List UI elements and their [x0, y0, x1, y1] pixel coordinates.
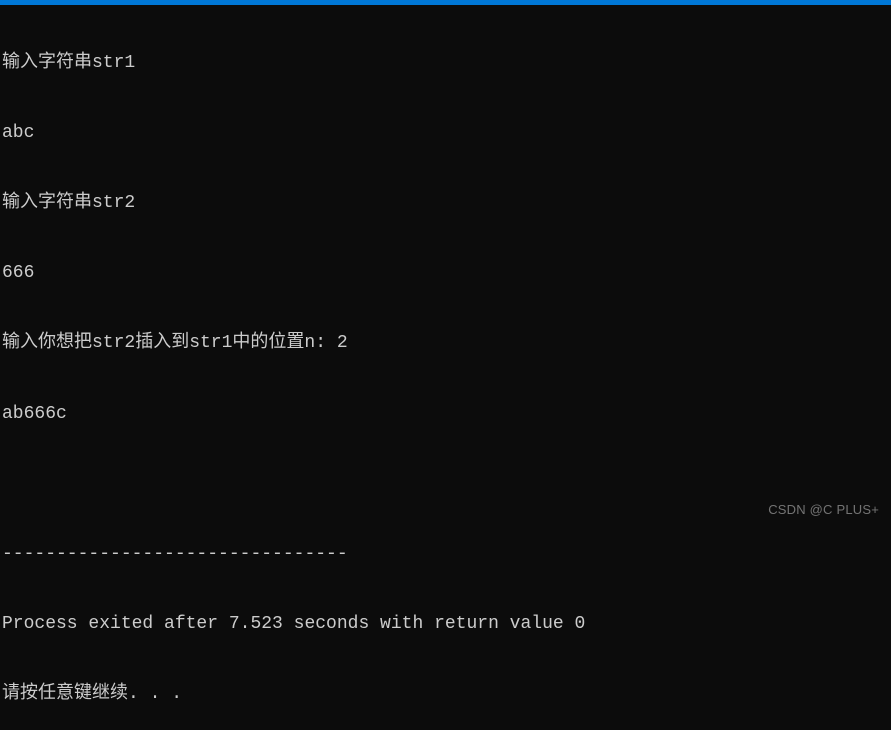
console-line: 666 — [2, 262, 889, 285]
console-line: -------------------------------- — [2, 543, 889, 566]
console-line — [2, 473, 889, 496]
console-line: Process exited after 7.523 seconds with … — [2, 613, 889, 636]
console-line: 输入你想把str2插入到str1中的位置n: 2 — [2, 332, 889, 355]
console-line: 请按任意键继续. . . — [2, 683, 889, 706]
console-line: 输入字符串str1 — [2, 52, 889, 75]
console-output[interactable]: 输入字符串str1 abc 输入字符串str2 666 输入你想把str2插入到… — [0, 5, 891, 730]
console-line: ab666c — [2, 403, 889, 426]
console-line: 输入字符串str2 — [2, 192, 889, 215]
console-line: abc — [2, 122, 889, 145]
watermark: CSDN @C PLUS+ — [768, 502, 879, 519]
